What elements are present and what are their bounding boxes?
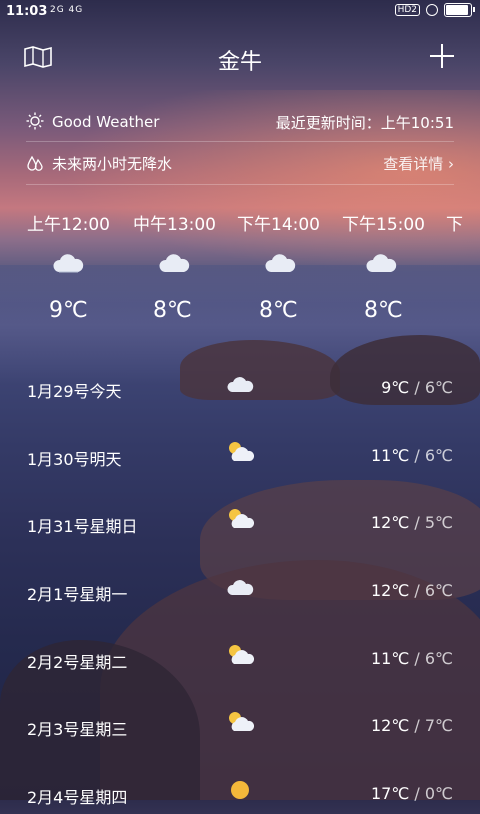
daily-row[interactable]: 2月3号星期三 12℃ / 7℃	[27, 712, 453, 746]
day-temp: 11℃ / 6℃	[371, 446, 453, 465]
weather-label: Good Weather	[52, 113, 160, 131]
partly-cloudy-icon	[225, 440, 255, 464]
hour-time: 下午14:00	[237, 215, 320, 235]
day-low: / 6℃	[414, 649, 453, 668]
signal-indicator: 2G 4G	[50, 5, 84, 15]
day-temp: 9℃ / 6℃	[381, 378, 453, 397]
day-low: / 5℃	[414, 513, 453, 532]
daily-row[interactable]: 1月31号星期日 12℃ / 5℃	[27, 509, 453, 543]
day-high: 12℃	[370, 716, 410, 735]
day-high: 9℃	[381, 378, 410, 397]
cloud-icon	[157, 252, 191, 276]
cloud-icon	[225, 575, 255, 599]
day-high: 11℃	[370, 649, 410, 668]
day-high: 12℃	[370, 581, 410, 600]
partly-cloudy-icon	[225, 507, 255, 531]
sun-icon	[225, 778, 255, 802]
status-bar: 11:03 2G 4G HD2	[0, 0, 480, 24]
daily-row[interactable]: 1月30号明天 11℃ / 6℃	[27, 442, 453, 476]
hour-temp: 8℃	[153, 298, 192, 323]
day-temp: 11℃ / 6℃	[371, 649, 453, 668]
day-temp: 12℃ / 7℃	[371, 716, 453, 735]
day-temp: 17℃ / 0℃	[371, 784, 453, 803]
day-label: 1月30号明天	[27, 450, 122, 469]
hour-item: 中午13:00 8℃	[133, 210, 243, 323]
battery-icon	[444, 3, 475, 17]
hour-time: 下	[446, 215, 463, 235]
day-low: / 6℃	[414, 378, 453, 397]
hour-item: 下午15:00 8℃	[342, 210, 452, 323]
cloud-icon	[51, 252, 85, 276]
day-label: 2月2号星期二	[27, 653, 128, 672]
hourly-forecast[interactable]: 上午12:00 9℃ 中午13:00 8℃ 下午14:00 8℃ 下午15:00…	[0, 210, 480, 330]
network-badge: HD2	[394, 4, 420, 16]
partly-cloudy-icon	[225, 710, 255, 734]
day-label: 2月3号星期三	[27, 720, 128, 739]
hour-time: 下午15:00	[342, 215, 425, 235]
hour-temp: 8℃	[259, 298, 298, 323]
hour-time: 中午13:00	[133, 215, 216, 235]
hour-item: 下午14:00 8℃	[237, 210, 347, 323]
day-label: 2月1号星期一	[27, 585, 128, 604]
daily-row[interactable]: 2月1号星期一 12℃ / 6℃	[27, 580, 453, 611]
day-high: 11℃	[370, 446, 410, 465]
hour-item: 上午12:00 9℃	[27, 210, 137, 323]
day-high: 17℃	[370, 784, 410, 803]
lock-icon	[426, 4, 438, 16]
day-low: / 6℃	[414, 446, 453, 465]
rain-forecast-row: 未来两小时无降水 查看详情 ›	[26, 153, 454, 174]
sun-icon	[26, 112, 44, 130]
status-time: 11:03	[6, 4, 48, 19]
day-label: 1月29号今天	[27, 382, 122, 401]
details-link[interactable]: 查看详情 ›	[383, 153, 454, 174]
day-temp: 12℃ / 5℃	[371, 513, 453, 532]
divider	[26, 184, 454, 185]
update-time: 最近更新时间：上午10:51	[275, 114, 454, 132]
partly-cloudy-icon	[225, 643, 255, 667]
raindrop-icon	[26, 155, 44, 173]
header: 金牛	[0, 40, 480, 80]
cloud-icon	[225, 372, 255, 396]
hour-temp: 9℃	[49, 298, 88, 323]
daily-row[interactable]: 2月4号星期四 17℃ / 0℃	[27, 781, 453, 814]
hour-temp: 8℃	[364, 298, 403, 323]
day-label: 2月4号星期四	[27, 788, 128, 807]
hour-item: 下	[446, 210, 480, 235]
rain-text: 未来两小时无降水	[52, 155, 173, 173]
day-temp: 12℃ / 6℃	[371, 581, 453, 600]
day-low: / 7℃	[414, 716, 453, 735]
day-label: 1月31号星期日	[27, 517, 138, 536]
cloud-icon	[364, 252, 398, 276]
plus-icon[interactable]	[428, 42, 456, 70]
day-low: / 6℃	[414, 581, 453, 600]
city-title[interactable]: 金牛	[0, 44, 480, 76]
weather-summary-row: Good Weather 最近更新时间：上午10:51	[26, 112, 454, 132]
daily-row[interactable]: 1月29号今天 9℃ / 6℃	[27, 377, 453, 408]
divider	[26, 141, 454, 142]
battery-level	[446, 5, 469, 15]
hour-time: 上午12:00	[27, 215, 110, 235]
day-low: / 0℃	[414, 784, 453, 803]
cloud-icon	[263, 252, 297, 276]
daily-row[interactable]: 2月2号星期二 11℃ / 6℃	[27, 645, 453, 679]
day-high: 12℃	[370, 513, 410, 532]
